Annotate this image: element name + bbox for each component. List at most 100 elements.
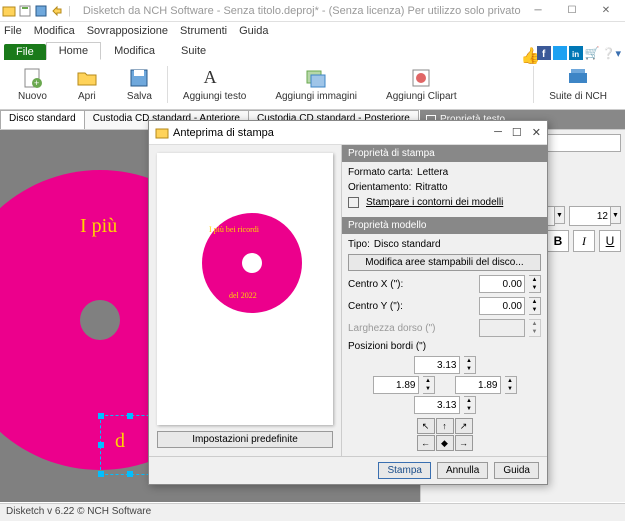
menubar: File Modifica Sovrapposizione Strumenti … (0, 22, 625, 40)
nudge-w[interactable]: ← (417, 435, 435, 451)
app-qat-icon-2[interactable] (18, 4, 32, 18)
border-bottom-input[interactable] (414, 396, 460, 414)
font-size-input[interactable] (569, 206, 611, 226)
dialog-footer: Stampa Annulla Guida (149, 456, 547, 484)
cy-input[interactable] (479, 297, 525, 315)
statusbar: Disketch v 6.22 © NCH Software (0, 503, 625, 521)
ribbon-nuovo-label: Nuovo (18, 91, 47, 102)
images-icon (305, 67, 327, 89)
ribbon: + Nuovo Apri Salva A Aggiungi testo Aggi… (0, 60, 625, 110)
border-right-input[interactable] (455, 376, 501, 394)
section-print-header: Proprietà di stampa (342, 145, 547, 162)
facebook-icon[interactable]: f (537, 46, 551, 60)
disc-text-line1[interactable]: I più (80, 215, 117, 238)
open-icon (76, 67, 98, 89)
close-button[interactable]: ✕ (589, 0, 623, 22)
orient-value: Ritratto (415, 182, 447, 193)
help-dropdown-icon[interactable]: ❔▾ (602, 47, 621, 60)
nudge-n[interactable]: ↑ (436, 418, 454, 434)
preview-page[interactable]: I più bei ricordi del 2022 (157, 153, 333, 425)
print-button[interactable]: Stampa (378, 462, 430, 479)
app-qat-icon-4[interactable] (50, 4, 64, 18)
ribbon-salva[interactable]: Salva (113, 62, 166, 107)
cart-icon[interactable]: 🛒 (585, 46, 600, 60)
dialog-title: Anteprima di stampa (173, 127, 274, 139)
sel-handle-w[interactable] (98, 442, 104, 448)
border-top-input[interactable] (414, 356, 460, 374)
cx-input[interactable] (479, 275, 525, 293)
cx-spinner[interactable]: ▲▼ (529, 275, 541, 293)
text-icon: A (204, 67, 226, 89)
sel-handle-sw[interactable] (98, 471, 104, 477)
twitter-icon[interactable] (553, 46, 567, 60)
preview-disc-hole (242, 253, 262, 273)
thumbs-up-icon[interactable]: 👍 (521, 46, 535, 60)
sel-handle-s[interactable] (127, 471, 133, 477)
paper-label: Formato carta: (348, 167, 413, 178)
quick-access-toolbar (2, 4, 64, 18)
app-qat-icon-3[interactable] (34, 4, 48, 18)
ribbon-nuovo[interactable]: + Nuovo (4, 62, 61, 107)
outlines-label[interactable]: Stampare i contorni dei modelli (366, 197, 503, 208)
ribbon-suite-label: Suite di NCH (549, 91, 607, 102)
spine-spinner: ▲▼ (529, 319, 541, 337)
dialog-close-button[interactable]: ✕ (532, 126, 541, 139)
ribbon-tab-home[interactable]: Home (46, 42, 101, 60)
nudge-ne[interactable]: ↗ (455, 418, 473, 434)
type-label: Tipo: (348, 239, 370, 250)
paper-value: Lettera (417, 167, 448, 178)
ribbon-apri[interactable]: Apri (62, 62, 112, 107)
sel-handle-nw[interactable] (98, 413, 104, 419)
menu-sovrapposizione[interactable]: Sovrapposizione (87, 25, 168, 37)
cy-spinner[interactable]: ▲▼ (529, 297, 541, 315)
svg-text:+: + (34, 78, 39, 88)
ribbon-img-label: Aggiungi immagini (275, 91, 357, 102)
defaults-button[interactable]: Impostazioni predefinite (157, 431, 333, 448)
ribbon-aggiungi-immagini[interactable]: Aggiungi immagini (261, 62, 371, 107)
border-left-spinner[interactable]: ▲▼ (423, 376, 435, 394)
ribbon-file-button[interactable]: File (4, 44, 46, 60)
minimize-button[interactable]: ─ (521, 0, 555, 22)
bold-button[interactable]: B (547, 230, 569, 252)
doc-tab-disco[interactable]: Disco standard (0, 110, 85, 129)
nudge-nw[interactable]: ↖ (417, 418, 435, 434)
ribbon-suite[interactable]: Suite di NCH (535, 62, 621, 107)
linkedin-icon[interactable]: in (569, 46, 583, 60)
outlines-checkbox[interactable] (348, 197, 359, 208)
ribbon-tab-modifica[interactable]: Modifica (101, 42, 168, 60)
help-button[interactable]: Guida (494, 462, 539, 479)
nudge-e[interactable]: → (455, 435, 473, 451)
sel-handle-n[interactable] (127, 413, 133, 419)
border-bottom-spinner[interactable]: ▲▼ (464, 396, 476, 414)
window-title: Disketch da NCH Software - Senza titolo.… (83, 5, 521, 17)
maximize-button[interactable]: ☐ (555, 0, 589, 22)
font-family-dropdown-icon[interactable]: ▼ (555, 206, 565, 224)
menu-modifica[interactable]: Modifica (34, 25, 75, 37)
preview-pane: I più bei ricordi del 2022 Impostazioni … (149, 145, 341, 456)
dialog-titlebar[interactable]: Anteprima di stampa ─ ☐ ✕ (149, 121, 547, 145)
ribbon-aggiungi-testo[interactable]: A Aggiungi testo (169, 62, 260, 107)
cancel-button[interactable]: Annulla (437, 462, 488, 479)
border-right-spinner[interactable]: ▲▼ (505, 376, 517, 394)
separator: | (68, 5, 71, 17)
menu-file[interactable]: File (4, 25, 22, 37)
menu-guida[interactable]: Guida (239, 25, 268, 37)
dialog-minimize-button[interactable]: ─ (494, 126, 502, 139)
underline-button[interactable]: U (599, 230, 621, 252)
edit-areas-button[interactable]: Modifica aree stampabili del disco... (348, 254, 541, 271)
section-model-header: Proprietà modello (342, 217, 547, 234)
ribbon-tab-suite[interactable]: Suite (168, 42, 219, 60)
dialog-maximize-button[interactable]: ☐ (512, 126, 522, 139)
ribbon-salva-label: Salva (127, 91, 152, 102)
font-size-dropdown-icon[interactable]: ▼ (611, 206, 621, 224)
cx-label: Centro X ("): (348, 279, 475, 290)
ribbon-apri-label: Apri (78, 91, 96, 102)
ribbon-clip-label: Aggiungi Clipart (386, 91, 457, 102)
italic-button[interactable]: I (573, 230, 595, 252)
nudge-center[interactable]: ◆ (436, 435, 454, 451)
border-top-spinner[interactable]: ▲▼ (464, 356, 476, 374)
app-qat-icon-1[interactable] (2, 4, 16, 18)
ribbon-aggiungi-clipart[interactable]: Aggiungi Clipart (372, 62, 471, 107)
border-left-input[interactable] (373, 376, 419, 394)
menu-strumenti[interactable]: Strumenti (180, 25, 227, 37)
